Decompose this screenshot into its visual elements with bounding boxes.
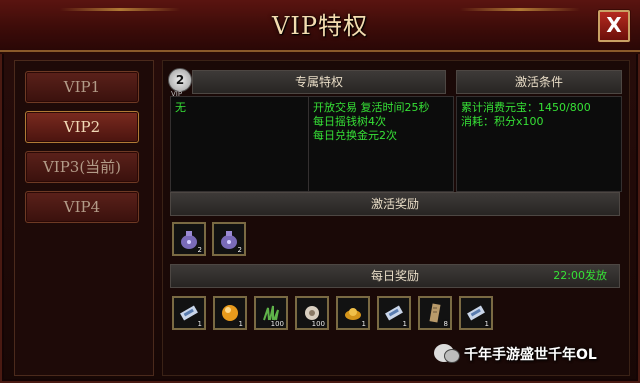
item-count: 100 [311, 320, 325, 328]
wechat-icon [434, 344, 460, 363]
item-count: 100 [270, 320, 284, 328]
reward-slot[interactable]: 1 [377, 296, 411, 330]
daily-reward-items: 1 1 100 100 1 1 8 1 [172, 296, 512, 332]
daily-reward-title: 每日奖励 [370, 269, 419, 283]
activation-conditions-header: 激活条件 [456, 70, 622, 94]
reward-slot[interactable]: 2 [212, 222, 246, 256]
privileges-previous: 无 [170, 96, 310, 192]
reward-slot[interactable]: 1 [172, 296, 206, 330]
item-count: 1 [361, 320, 366, 328]
activation-conditions-list: 累计消费元宝：1450/800 消耗：积分x100 [456, 96, 622, 192]
item-count: 1 [484, 320, 489, 328]
activation-reward-items: 2 2 [172, 222, 292, 258]
item-count: 1 [197, 320, 202, 328]
activation-reward-header: 激活奖励 [170, 192, 620, 216]
vip-window: VIP特权 X VIP1 VIP2 VIP3(当前) VIP4 2 VIP 专属… [0, 0, 640, 383]
tab-vip3[interactable]: VIP3(当前) [25, 151, 139, 183]
tab-vip2[interactable]: VIP2 [25, 111, 139, 143]
vip-level-badge: 2 [168, 68, 192, 92]
vip-tab-list: VIP1 VIP2 VIP3(当前) VIP4 [14, 60, 154, 376]
title-bar: VIP特权 X [0, 0, 640, 52]
close-button[interactable]: X [598, 10, 630, 42]
reward-slot[interactable]: 100 [295, 296, 329, 330]
item-count: 1 [402, 320, 407, 328]
privileges-list: 开放交易 复活时间25秒 每日摇钱树4次 每日兑换金元2次 [308, 96, 454, 192]
item-count: 1 [238, 320, 243, 328]
daily-reward-time: 22:00发放 [553, 269, 607, 282]
reward-slot[interactable]: 8 [418, 296, 452, 330]
daily-reward-header: 每日奖励 22:00发放 [170, 264, 620, 288]
reward-slot[interactable]: 1 [459, 296, 493, 330]
activation-condition-line: 累计消费元宝：1450/800 [461, 101, 591, 114]
privileges-previous-text: 无 [175, 101, 186, 114]
reward-slot[interactable]: 2 [172, 222, 206, 256]
privilege-line: 每日摇钱树4次 [313, 115, 386, 128]
item-count: 8 [443, 320, 448, 328]
reward-slot[interactable]: 1 [213, 296, 247, 330]
reward-slot[interactable]: 1 [336, 296, 370, 330]
tab-vip4[interactable]: VIP4 [25, 191, 139, 223]
watermark-text: 千年手游盛世千年OL [464, 347, 597, 363]
privilege-line: 开放交易 复活时间25秒 [313, 101, 430, 114]
privileges-header: 专属特权 [192, 70, 446, 94]
item-count: 2 [197, 246, 202, 254]
item-count: 2 [237, 246, 242, 254]
reward-slot[interactable]: 100 [254, 296, 288, 330]
window-title: VIP特权 [272, 12, 368, 40]
privilege-line: 每日兑换金元2次 [313, 129, 397, 142]
activation-condition-line: 消耗：积分x100 [461, 115, 544, 128]
tab-vip1[interactable]: VIP1 [25, 71, 139, 103]
